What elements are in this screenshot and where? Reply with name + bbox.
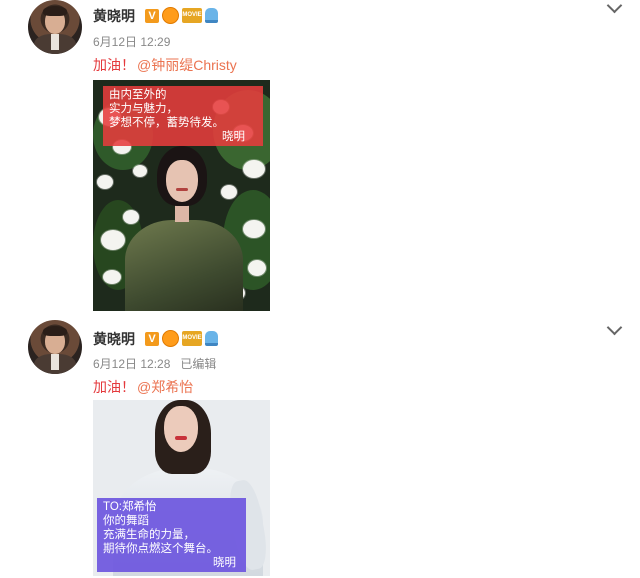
member-badge-icon[interactable] [205, 8, 218, 23]
verified-icon[interactable]: V [145, 8, 159, 23]
member-badge-icon[interactable] [205, 331, 218, 346]
post-message: 加油！ [93, 379, 135, 395]
caption-line: 由内至外的 [109, 89, 167, 101]
edited-label[interactable]: 已编辑 [180, 357, 216, 371]
mention-link[interactable]: @郑希怡 [137, 379, 193, 395]
movie-badge-icon[interactable]: MOVIE [182, 331, 202, 346]
chevron-down-icon[interactable] [606, 319, 623, 336]
author-badges: V MOVIE [145, 7, 218, 24]
movie-badge-icon[interactable]: MOVIE [182, 8, 202, 23]
post-meta: 6月12日 12:29 [93, 33, 170, 50]
photo-caption: 由内至外的 实力与魅力， 梦想不停，蓄势待发。 晓明 [103, 86, 263, 146]
post-text: 加油！ @郑希怡 [93, 377, 193, 397]
verified-icon[interactable]: V [145, 331, 159, 346]
author-badges: V MOVIE [145, 330, 218, 347]
mention-link[interactable]: @钟丽缇Christy [137, 57, 237, 73]
author-name[interactable]: 黄晓明 [93, 6, 135, 26]
post-photo[interactable]: TO:郑希怡 你的舞蹈 充满生命的力量， 期待你点燃这个舞台。 晓明 [93, 400, 270, 576]
post-meta: 6月12日 12:28 已编辑 [93, 355, 216, 372]
caption-line: 梦想不停，蓄势待发。 [109, 117, 224, 129]
caption-line: 期待你点燃这个舞台。 [103, 543, 218, 555]
post-message: 加油！ [93, 57, 135, 73]
weibo-post: 黄晓明 V MOVIE 6月12日 12:29 加油！@钟丽缇Christy [0, 0, 640, 318]
photo-caption: TO:郑希怡 你的舞蹈 充满生命的力量， 期待你点燃这个舞台。 晓明 [97, 498, 246, 572]
caption-line: 你的舞蹈 [103, 515, 149, 527]
medal-icon[interactable] [162, 330, 179, 347]
post-timestamp[interactable]: 6月12日 12:29 [93, 35, 170, 49]
author-name[interactable]: 黄晓明 [93, 329, 135, 349]
caption-line: TO:郑希怡 [103, 501, 157, 513]
caption-line: 实力与魅力， [109, 103, 178, 115]
caption-signature: 晓明 [222, 131, 245, 143]
medal-icon[interactable] [162, 7, 179, 24]
caption-line: 充满生命的力量， [103, 529, 195, 541]
chevron-down-icon[interactable] [606, 0, 623, 14]
author-avatar[interactable] [28, 320, 82, 374]
post-timestamp[interactable]: 6月12日 12:28 [93, 357, 170, 371]
post-photo[interactable]: 由内至外的 实力与魅力， 梦想不停，蓄势待发。 晓明 [93, 80, 270, 311]
weibo-post: 黄晓明 V MOVIE 6月12日 12:28 已编辑 加油！ @郑希怡 TO:郑希… [0, 318, 640, 578]
author-avatar[interactable] [28, 0, 82, 54]
post-text: 加油！ @钟丽缇Christy [93, 55, 237, 75]
caption-signature: 晓明 [213, 557, 236, 569]
